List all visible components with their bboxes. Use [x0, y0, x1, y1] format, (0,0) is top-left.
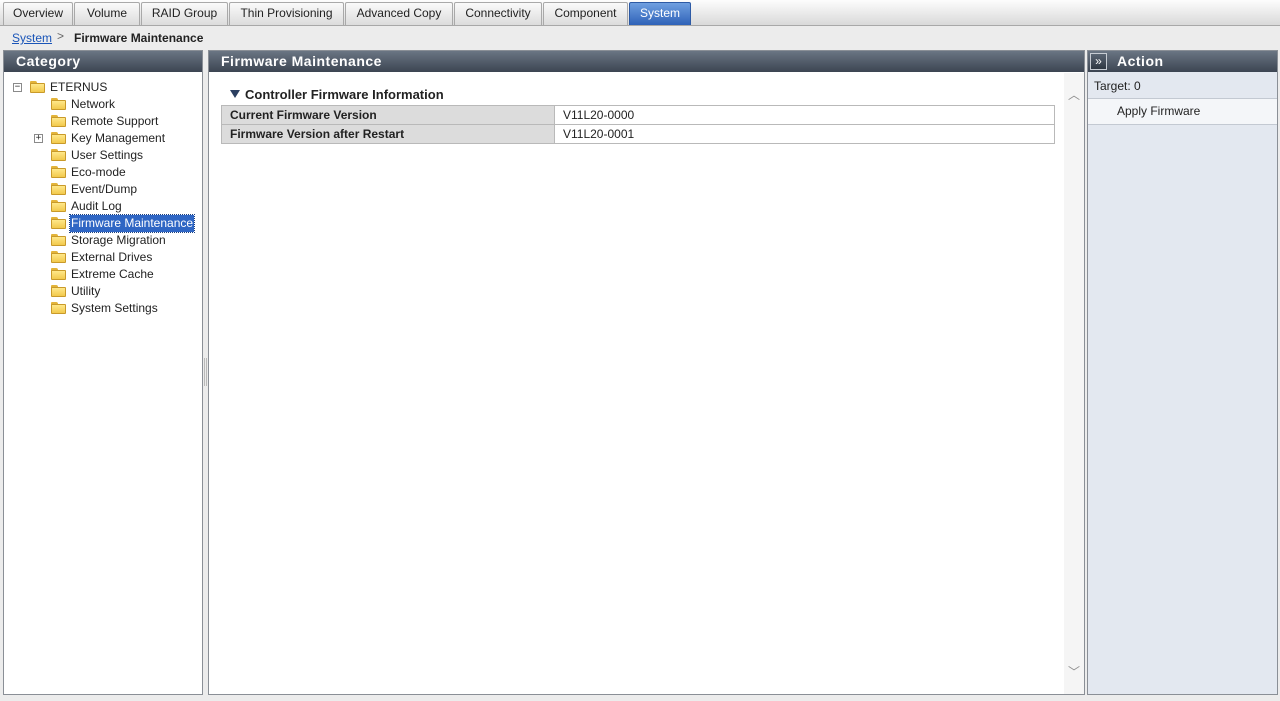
tab-advanced-copy[interactable]: Advanced Copy	[345, 2, 453, 25]
tab-overview[interactable]: Overview	[3, 2, 73, 25]
apply-firmware-button[interactable]: Apply Firmware	[1088, 98, 1277, 125]
tab-component[interactable]: Component	[543, 2, 628, 25]
breadcrumb: System > Firmware Maintenance	[0, 27, 1280, 48]
expand-icon[interactable]: +	[34, 134, 43, 143]
folder-icon	[51, 302, 66, 314]
folder-icon	[51, 217, 66, 229]
scroll-down-icon[interactable]: ﹀	[1068, 666, 1080, 678]
tab-volume[interactable]: Volume	[74, 2, 140, 25]
vertical-scrollbar[interactable]: ︿ ﹀	[1064, 73, 1084, 694]
tab-system[interactable]: System	[629, 2, 691, 25]
target-count: Target: 0	[1094, 79, 1141, 93]
section-header: Controller Firmware Information	[221, 86, 1055, 106]
tree-item-event-dump: Event/Dump	[4, 181, 200, 198]
main-panel: Firmware Maintenance Controller Firmware…	[208, 50, 1085, 695]
open-folder-icon	[30, 81, 45, 93]
tree-item-firmware-maintenance: Firmware Maintenance	[4, 214, 200, 233]
tree-item-storage-migration: Storage Migration	[4, 232, 200, 249]
tree-label-user-settings[interactable]: User Settings	[70, 147, 144, 164]
folder-icon	[51, 285, 66, 297]
firmware-info-table: Current Firmware Version V11L20-0000 Fir…	[221, 105, 1055, 144]
action-panel: Action » Target: 0 Apply Firmware	[1087, 50, 1278, 695]
tab-thin-provisioning[interactable]: Thin Provisioning	[229, 2, 344, 25]
folder-icon	[51, 98, 66, 110]
row-value-firmware-after-restart: V11L20-0001	[554, 124, 1055, 144]
folder-icon	[51, 251, 66, 263]
breadcrumb-system-link[interactable]: System	[12, 31, 52, 45]
tree-label-extreme-cache[interactable]: Extreme Cache	[70, 266, 155, 283]
row-value-current-firmware: V11L20-0000	[554, 105, 1055, 125]
tab-connectivity[interactable]: Connectivity	[454, 2, 542, 25]
tree-label-audit-log[interactable]: Audit Log	[70, 198, 123, 215]
folder-icon	[51, 234, 66, 246]
collapse-triangle-icon[interactable]	[230, 90, 240, 98]
tree-label-utility[interactable]: Utility	[70, 283, 101, 300]
folder-icon	[51, 200, 66, 212]
folder-icon	[51, 166, 66, 178]
tree-item-utility: Utility	[4, 283, 200, 300]
tree-label-network[interactable]: Network	[70, 96, 116, 113]
breadcrumb-current: Firmware Maintenance	[74, 31, 204, 45]
table-row: Firmware Version after Restart V11L20-00…	[221, 124, 1055, 144]
tree-label-key-management[interactable]: Key Management	[70, 130, 166, 147]
tree-item-external-drives: External Drives	[4, 249, 200, 266]
folder-icon	[51, 183, 66, 195]
tree-label-external-drives[interactable]: External Drives	[70, 249, 153, 266]
category-header: Category	[4, 51, 202, 72]
section-title: Controller Firmware Information	[245, 87, 444, 102]
panel-splitter[interactable]	[204, 358, 207, 386]
breadcrumb-chevron-icon: >	[57, 29, 65, 43]
tree-item-system-settings: System Settings	[4, 300, 200, 317]
top-tab-bar: Overview Volume RAID Group Thin Provisio…	[0, 0, 1280, 26]
folder-icon	[51, 149, 66, 161]
collapse-icon[interactable]: −	[13, 83, 22, 92]
tree-label-remote-support[interactable]: Remote Support	[70, 113, 159, 130]
tree-label-firmware-maintenance[interactable]: Firmware Maintenance	[68, 214, 196, 233]
tree-label-storage-migration[interactable]: Storage Migration	[70, 232, 167, 249]
tab-raid-group[interactable]: RAID Group	[141, 2, 228, 25]
tree-label-system-settings[interactable]: System Settings	[70, 300, 159, 317]
action-header: Action	[1088, 51, 1277, 72]
tree-item-eco-mode: Eco-mode	[4, 164, 200, 181]
tree-item-user-settings: User Settings	[4, 147, 200, 164]
tree-root-eternus: − ETERNUS	[4, 79, 200, 96]
main-header: Firmware Maintenance	[209, 51, 1084, 72]
folder-icon	[51, 115, 66, 127]
tree-item-network: Network	[4, 96, 200, 113]
row-label-firmware-after-restart: Firmware Version after Restart	[221, 124, 555, 144]
tree-label-event-dump[interactable]: Event/Dump	[70, 181, 138, 198]
folder-icon	[51, 132, 66, 144]
table-row: Current Firmware Version V11L20-0000	[221, 105, 1055, 125]
tree-label-eco-mode[interactable]: Eco-mode	[70, 164, 127, 181]
tree-item-key-management: + Key Management	[4, 130, 200, 147]
tree-item-remote-support: Remote Support	[4, 113, 200, 130]
tree-item-audit-log: Audit Log	[4, 198, 200, 215]
tree-label-eternus[interactable]: ETERNUS	[49, 79, 108, 96]
tree-item-extreme-cache: Extreme Cache	[4, 266, 200, 283]
collapse-panel-icon[interactable]: »	[1090, 53, 1107, 70]
folder-icon	[51, 268, 66, 280]
category-panel: Category − ETERNUS Network Remote Suppor…	[3, 50, 203, 695]
scroll-up-icon[interactable]: ︿	[1068, 89, 1080, 101]
row-label-current-firmware: Current Firmware Version	[221, 105, 555, 125]
